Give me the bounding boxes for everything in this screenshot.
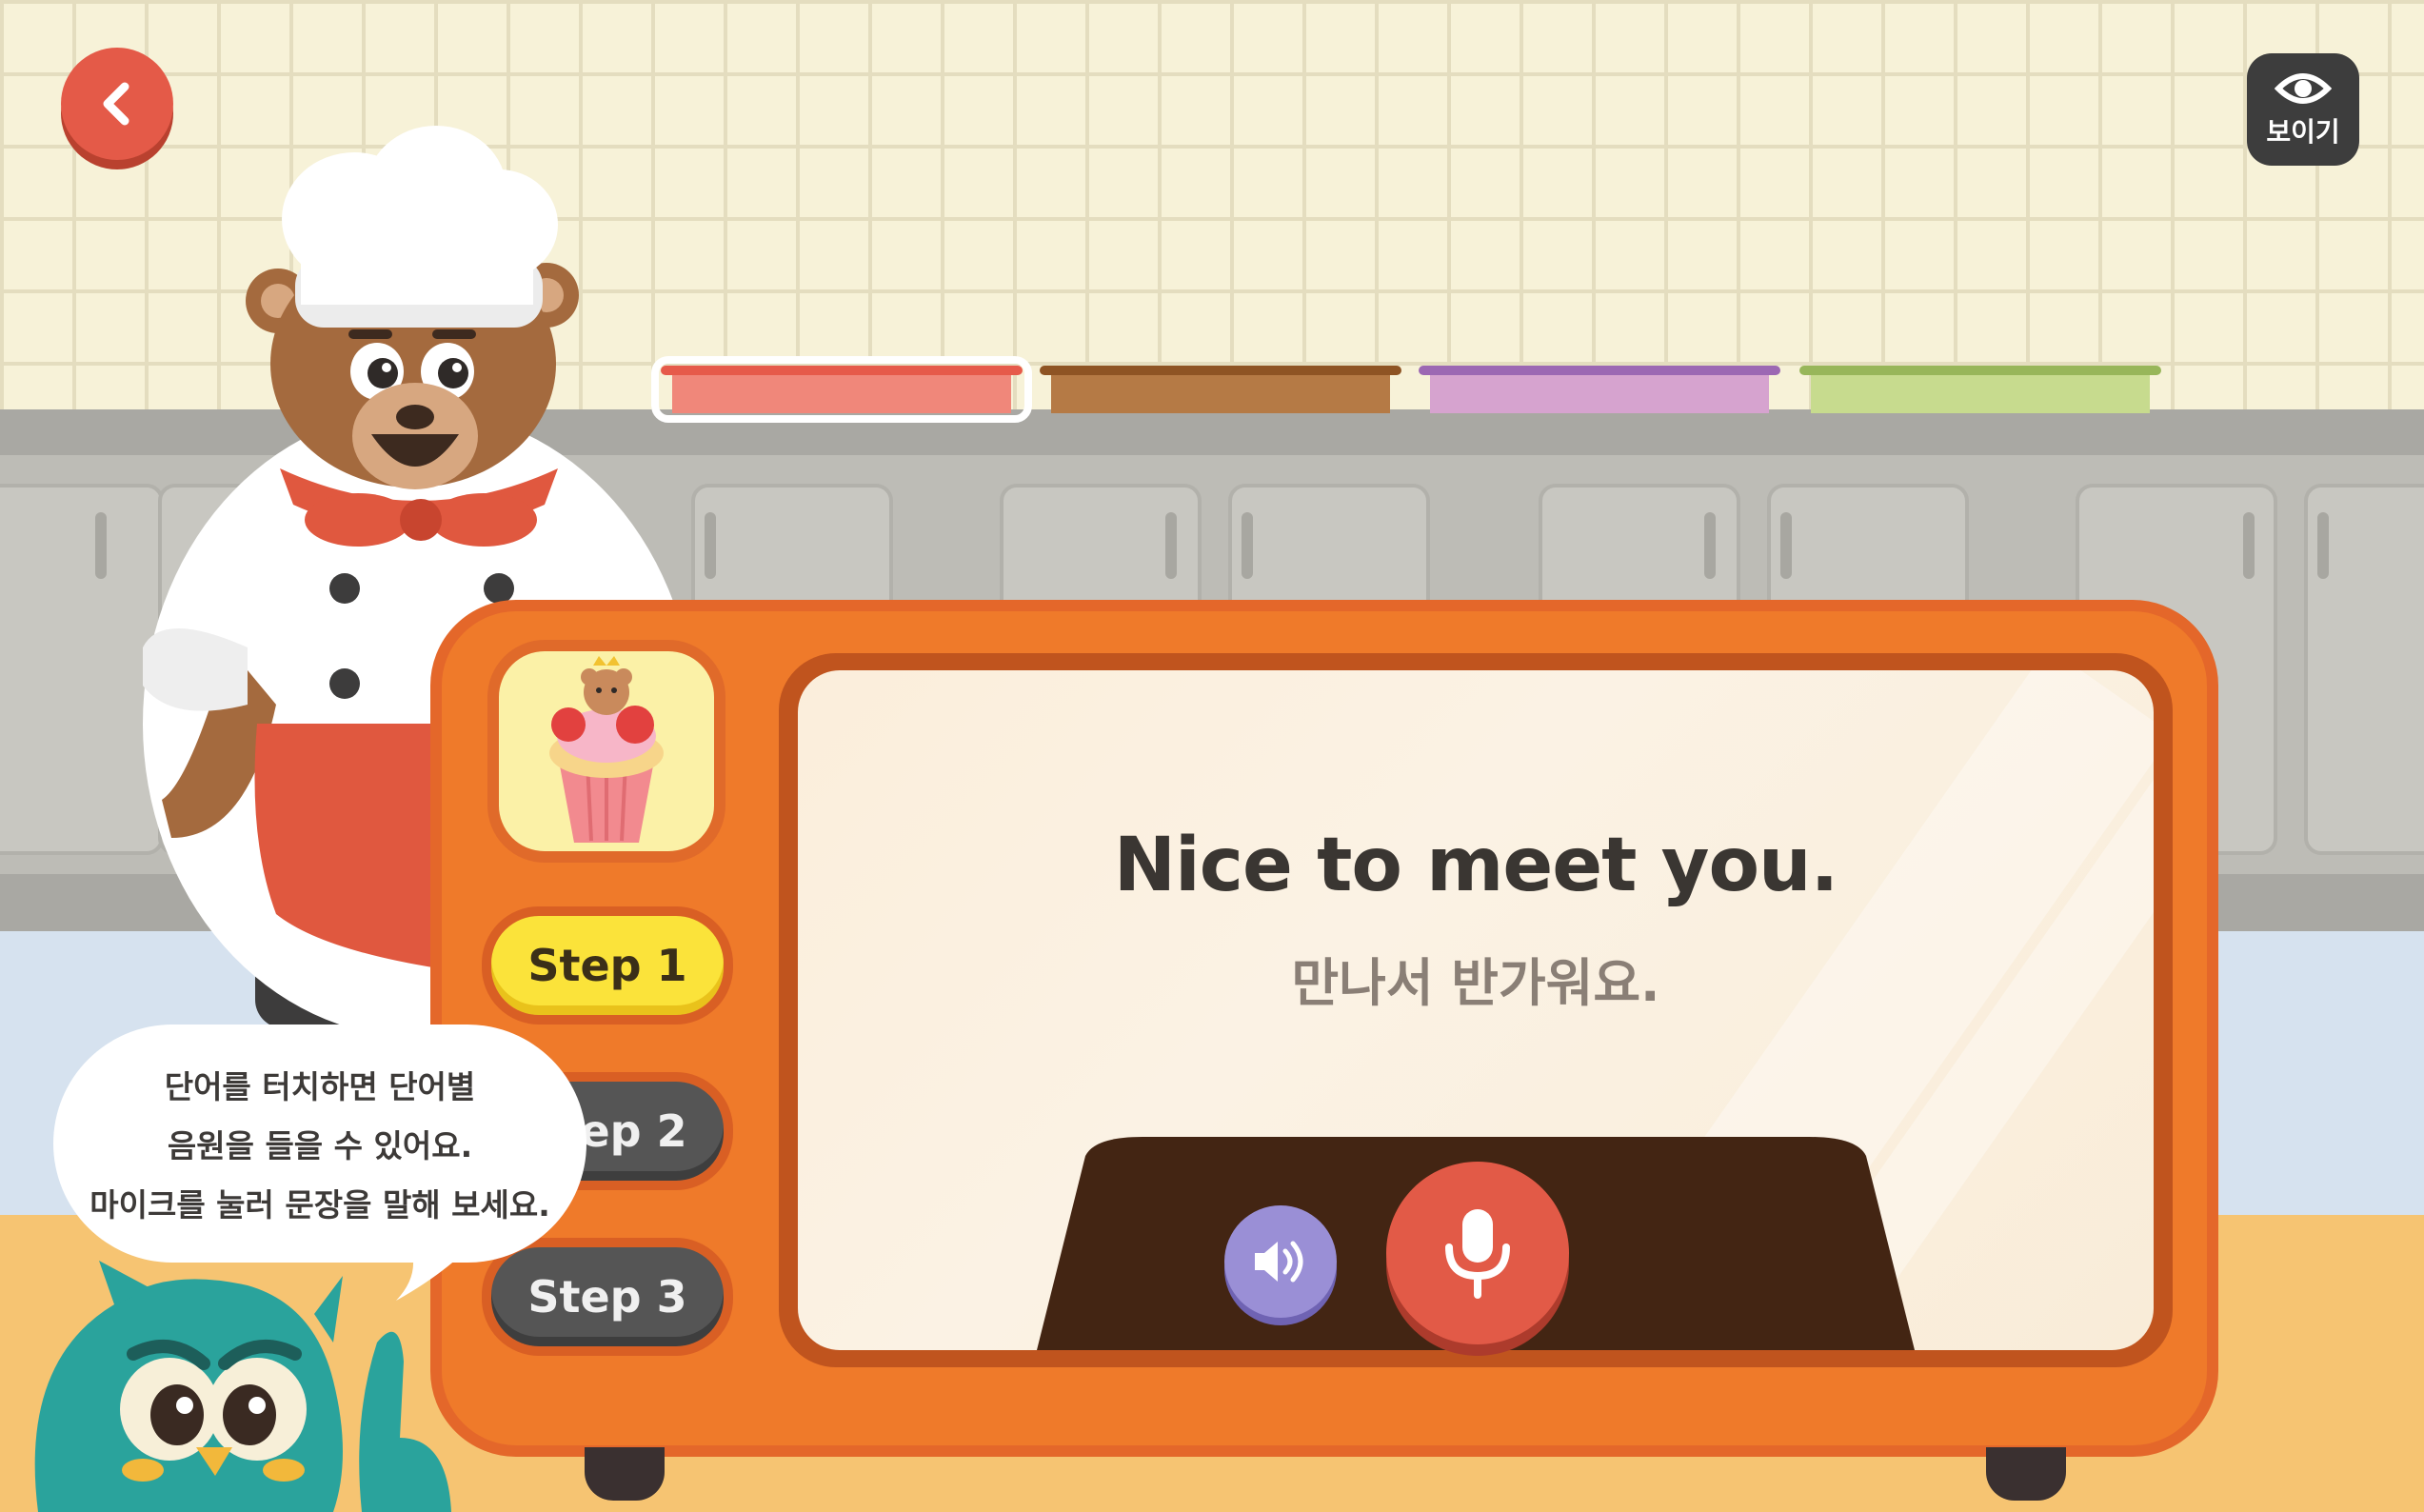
machine-foot xyxy=(585,1447,665,1501)
cabinet-handle xyxy=(705,512,716,579)
progress-fill xyxy=(1430,375,1769,413)
cabinet-handle xyxy=(1704,512,1716,579)
cabinet-handle xyxy=(1165,512,1177,579)
speaker-icon xyxy=(1255,1241,1303,1283)
cabinet-handle xyxy=(2317,512,2329,579)
sentence-korean: 만나서 반가워요. xyxy=(1291,953,1660,1013)
progress-segment-3 xyxy=(1419,366,1780,413)
cabinet-handle xyxy=(95,512,107,579)
cabinet-handle xyxy=(2243,512,2255,579)
step-1-button[interactable]: Step 1 xyxy=(482,906,733,1025)
progress-rim xyxy=(1419,366,1780,375)
progress-rim xyxy=(661,366,1023,375)
lesson-thumbnail xyxy=(487,640,725,863)
sentence-english[interactable]: Nice to meet you. xyxy=(798,823,2154,908)
microphone-icon xyxy=(1445,1209,1510,1299)
progress-fill xyxy=(672,375,1011,413)
tip-line-2: 음원을 들을 수 있어요. xyxy=(167,1127,473,1164)
progress-rim xyxy=(1799,366,2161,375)
progress-rim xyxy=(1040,366,1401,375)
chevron-left-icon xyxy=(103,82,129,126)
progress-segment-1 xyxy=(651,356,1032,423)
step-panel: Step 1 Step 2 Step 3 xyxy=(474,630,741,1392)
strawberry-cupcake-icon xyxy=(549,656,664,843)
progress-segment-4 xyxy=(1799,366,2161,413)
tip-line-3: 마이크를 눌러 문장을 말해 보세요. xyxy=(89,1186,550,1224)
cabinet-handle xyxy=(1780,512,1792,579)
back-button[interactable] xyxy=(61,48,173,160)
machine-foot xyxy=(1986,1447,2066,1501)
show-text-label: 보이기 xyxy=(2266,116,2340,148)
eye-icon xyxy=(2275,73,2332,104)
progress-segment-2 xyxy=(1040,366,1401,413)
show-text-button[interactable]: 보이기 xyxy=(2247,53,2359,166)
step-3-button[interactable]: Step 3 xyxy=(482,1238,733,1356)
owl-mascot-illustration xyxy=(34,1261,451,1512)
step-1-label: Step 1 xyxy=(527,940,687,991)
tip-speech-bubble: 단어를 터치하면 단어별 음원을 들을 수 있어요. 마이크를 눌러 문장을 말… xyxy=(53,1025,586,1263)
progress-fill xyxy=(1811,375,2150,413)
microphone-button[interactable] xyxy=(1386,1162,1569,1344)
cabinet-handle xyxy=(1242,512,1253,579)
step-3-label: Step 3 xyxy=(527,1271,687,1323)
progress-fill xyxy=(1051,375,1390,413)
tip-line-1: 단어를 터치하면 단어별 xyxy=(164,1068,476,1105)
speaker-button[interactable] xyxy=(1224,1205,1337,1318)
